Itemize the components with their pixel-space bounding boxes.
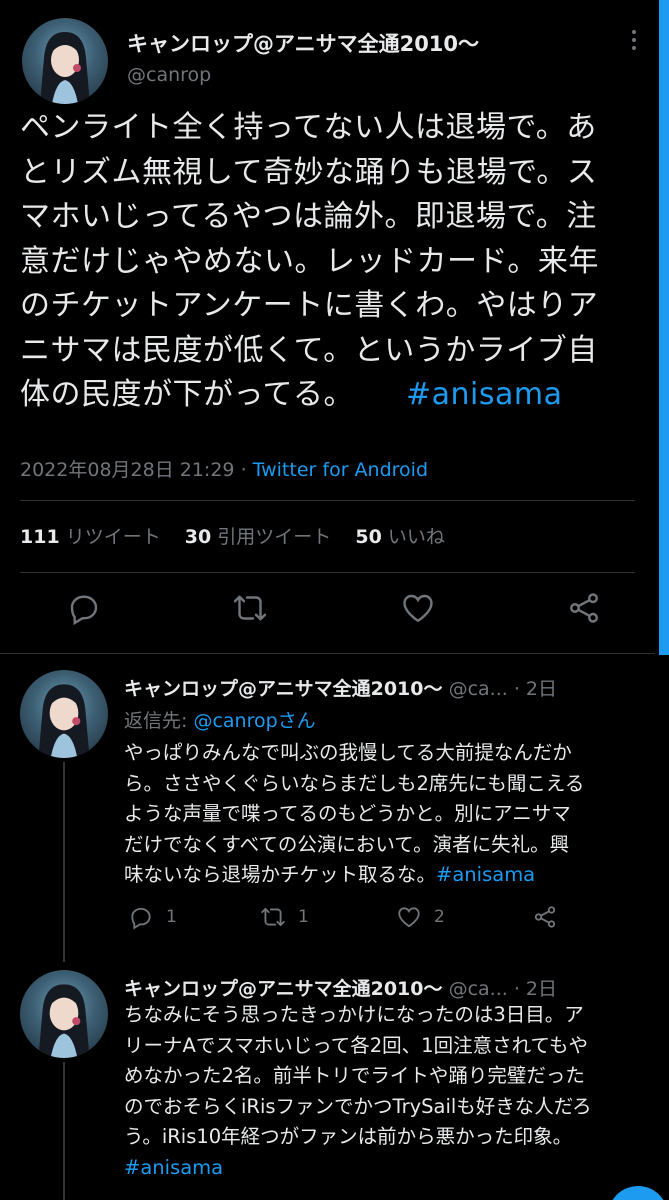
tweet-meta: 2022年08月28日 21:29 · Twitter for Android — [20, 455, 428, 482]
user-handle[interactable]: @ca... — [449, 678, 508, 700]
retweet-button[interactable]: 1 — [260, 902, 309, 932]
reply-text-line: だけでなくすべての公演において。演者に失礼。興 — [124, 832, 570, 856]
thread-line — [63, 1062, 65, 1200]
tweet-text-line: ペンライト全く持ってない人は退場で。あ — [20, 110, 597, 145]
reply-text-line: リーナAでスマホいじって各2回、1回注意されてもや — [124, 1033, 589, 1057]
reply-header: キャンロップ@アニサマ全通2010〜 @ca... · 2日 — [124, 674, 557, 701]
retweet-icon — [261, 907, 285, 927]
meta-separator: · — [240, 459, 247, 481]
reply-text-line: ような声量で喋ってるのもどうかと。別にアニサマ — [124, 802, 571, 825]
divider — [20, 500, 635, 501]
engagement-stats: 111 リツイート 30 引用ツイート 50 いいね — [20, 522, 445, 549]
reply-text-line: めなかった2名。前半トリでライトや踊り完璧だった — [124, 1064, 585, 1087]
retweets-stat[interactable]: 111 リツイート — [20, 526, 161, 548]
display-name[interactable]: キャンロップ@アニサマ全通2010〜 — [124, 678, 443, 700]
hashtag-link[interactable]: #anisama — [436, 863, 535, 886]
like-count: 2 — [434, 907, 445, 927]
reply-icon — [131, 907, 151, 930]
reply-text-line: う。iRis10年経つがファンは前から悪かった印象。 — [124, 1125, 573, 1148]
reply-text-line: のでおそらくiRisファンでかつTrySailも好きな人だろ — [124, 1094, 592, 1118]
tweet-text-line: のチケットアンケートに書くわ。やはりア — [20, 288, 599, 323]
reply-text: やっぱりみんなで叫ぶの我慢してる大前提なんだか ら。ささやくぐらいならまだしも2… — [124, 738, 654, 891]
like-button[interactable]: 2 — [396, 902, 445, 932]
tweet-text-line: ニサマは民度が低くて。というかライブ自 — [20, 332, 598, 368]
scrollbar[interactable] — [659, 0, 669, 655]
display-name[interactable]: キャンロップ@アニサマ全通2010〜 — [124, 978, 443, 1000]
reply-text-line: ら。ささやくぐらいならまだしも2席先にも聞こえる — [124, 771, 585, 795]
retweet-count: 1 — [298, 907, 309, 927]
tweet-actions — [0, 590, 655, 634]
divider — [20, 572, 635, 573]
scrollbar-thumb[interactable] — [659, 0, 669, 655]
display-name[interactable]: キャンロップ@アニサマ全通2010〜 — [127, 28, 479, 58]
tweet-text-line: 体の民度が下がってる。 #anisama — [20, 373, 640, 418]
avatar[interactable] — [20, 970, 108, 1058]
more-options-icon[interactable] — [628, 30, 640, 56]
share-icon — [534, 906, 556, 928]
tweet-text-line: 意だけじゃやめない。レッドカード。来年 — [20, 243, 599, 279]
user-handle[interactable]: @ca... — [449, 978, 508, 1000]
reply-time: · 2日 — [513, 678, 557, 700]
compose-button[interactable] — [608, 1186, 668, 1200]
like-icon — [398, 907, 420, 928]
tweet-text-line-end: 体の民度が下がってる。 — [20, 377, 354, 412]
reply-text-line: 味ないなら退場かチケット取るな。#anisama — [124, 863, 536, 886]
avatar[interactable] — [22, 18, 108, 104]
reply-text-line: やっぱりみんなで叫ぶの我慢してる大前提なんだか — [124, 741, 572, 764]
reply-time: · 2日 — [513, 978, 557, 1000]
divider — [0, 653, 655, 654]
likes-stat[interactable]: 50 いいね — [355, 526, 445, 548]
like-icon[interactable] — [400, 590, 436, 630]
avatar[interactable] — [20, 670, 108, 758]
user-handle[interactable]: @canrop — [127, 64, 211, 86]
reply-button[interactable]: 1 — [128, 902, 177, 932]
tweet-text-line: マホいじってるやつは論外。即退場で。注 — [20, 199, 597, 234]
reply-actions: 1 1 2 — [124, 902, 604, 932]
share-button[interactable] — [532, 902, 558, 932]
share-icon[interactable] — [566, 590, 602, 630]
retweet-icon[interactable] — [232, 590, 268, 630]
hashtag-link[interactable]: #anisama — [406, 377, 563, 412]
source-link[interactable]: Twitter for Android — [253, 459, 428, 481]
reply-text-line: ちなみにそう思ったきっかけになったのは3日目。ア — [124, 1003, 584, 1026]
hashtag-link[interactable]: #anisama — [124, 1153, 654, 1184]
replying-to: 返信先: @canropさん — [124, 710, 316, 732]
reply-count: 1 — [166, 907, 177, 927]
reply-text: ちなみにそう思ったきっかけになったのは3日目。ア リーナAでスマホいじって各2回… — [124, 1000, 654, 1183]
timestamp[interactable]: 2022年08月28日 21:29 — [20, 459, 235, 481]
quotes-stat[interactable]: 30 引用ツイート — [185, 526, 332, 548]
replying-to-link[interactable]: @canropさん — [193, 710, 315, 732]
reply-icon[interactable] — [66, 590, 102, 630]
tweet-text-line: とリズム無視して奇妙な踊りも退場で。ス — [20, 154, 598, 190]
reply-header: キャンロップ@アニサマ全通2010〜 @ca... · 2日 — [124, 974, 557, 1001]
thread-line — [63, 762, 65, 962]
tweet-text: ペンライト全く持ってない人は退場で。あ とリズム無視して奇妙な踊りも退場で。ス … — [20, 106, 640, 418]
